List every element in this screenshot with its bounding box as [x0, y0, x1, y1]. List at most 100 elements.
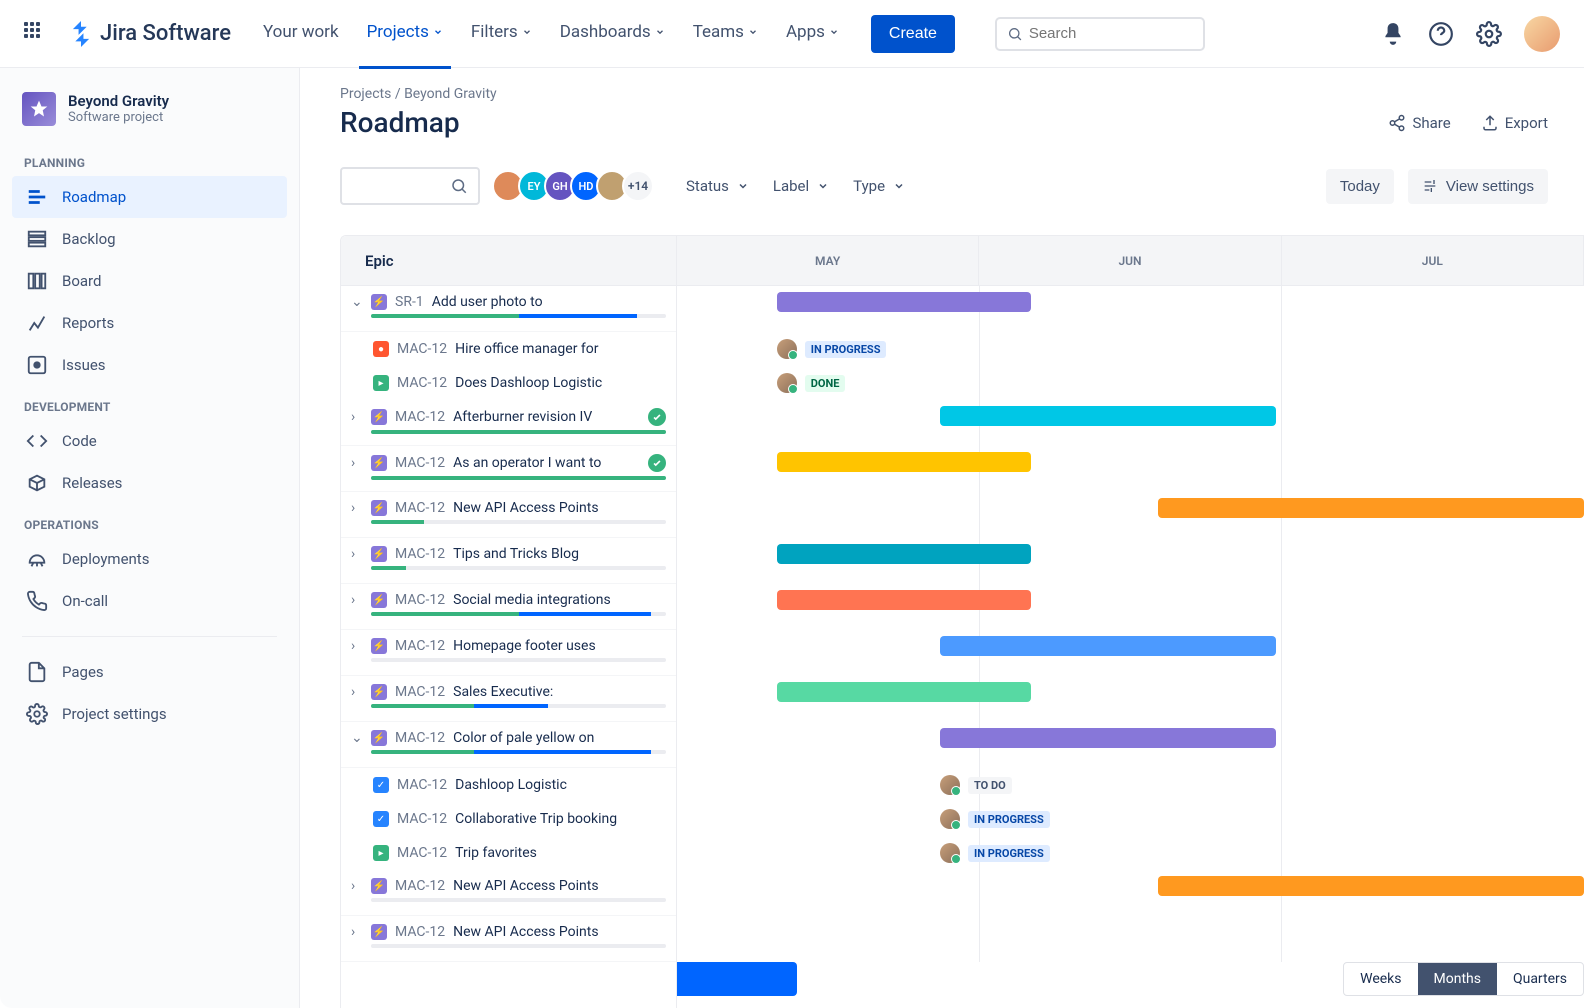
issue-status-pill[interactable]: DONE — [777, 373, 846, 393]
progress-bar — [371, 704, 666, 708]
nav-dashboards[interactable]: Dashboards — [560, 22, 665, 46]
epic-row[interactable]: › ⚡ MAC-12 Social media integrations — [341, 584, 676, 630]
progress-bar — [371, 658, 666, 662]
app-switcher-icon[interactable] — [24, 22, 48, 46]
view-settings-button[interactable]: View settings — [1408, 169, 1548, 204]
expand-toggle[interactable]: › — [351, 592, 363, 608]
settings-icon[interactable] — [1476, 21, 1502, 47]
filter-search[interactable] — [340, 167, 480, 205]
epic-row[interactable]: › ⚡ MAC-12 Tips and Tricks Blog — [341, 538, 676, 584]
nav-teams[interactable]: Teams — [693, 22, 758, 46]
sidebar-item-backlog[interactable]: Backlog — [12, 218, 287, 260]
expand-toggle[interactable]: ⌄ — [351, 730, 363, 746]
epic-bar[interactable] — [1158, 876, 1584, 896]
help-icon[interactable] — [1428, 21, 1454, 47]
filter-label[interactable]: Label — [773, 177, 829, 195]
nav-filters[interactable]: Filters — [471, 22, 532, 46]
nav-projects[interactable]: Projects — [367, 22, 443, 46]
epic-bar[interactable] — [940, 406, 1276, 426]
epic-bar[interactable] — [777, 452, 1031, 472]
issue-status-pill[interactable]: IN PROGRESS — [940, 809, 1050, 829]
epic-row[interactable]: › ⚡ MAC-12 As an operator I want to — [341, 446, 676, 492]
search-input[interactable] — [1029, 25, 1193, 42]
epic-bar[interactable] — [777, 682, 1031, 702]
epic-row[interactable]: › ⚡ MAC-12 New API Access Points — [341, 492, 676, 538]
expand-toggle[interactable]: › — [351, 924, 363, 940]
sidebar-item-label: Pages — [62, 663, 104, 681]
zoom-weeks[interactable]: Weeks — [1344, 963, 1417, 995]
child-issue-row[interactable]: ● MAC-12 Hire office manager for — [341, 332, 676, 366]
nav-apps[interactable]: Apps — [786, 22, 839, 46]
assignee-avatar — [777, 373, 797, 393]
sidebar-item-issues[interactable]: Issues — [12, 344, 287, 386]
epic-icon: ⚡ — [371, 684, 387, 700]
sidebar-item-pages[interactable]: Pages — [12, 651, 287, 693]
project-header[interactable]: Beyond Gravity Software project — [12, 84, 287, 134]
issue-key: MAC-12 — [397, 777, 447, 793]
epic-row[interactable]: ⌄ ⚡ SR-1 Add user photo to — [341, 286, 676, 332]
sidebar-item-releases[interactable]: Releases — [12, 462, 287, 504]
epic-bar[interactable] — [777, 590, 1031, 610]
epic-bar[interactable] — [940, 728, 1276, 748]
sidebar-item-reports[interactable]: Reports — [12, 302, 287, 344]
filter-type[interactable]: Type — [853, 177, 905, 195]
nav-your-work[interactable]: Your work — [263, 22, 339, 46]
child-issue-row[interactable]: ▸ MAC-12 Trip favorites — [341, 836, 676, 870]
sidebar-item-on-call[interactable]: On-call — [12, 580, 287, 622]
sidebar-item-label: Board — [62, 272, 101, 290]
epic-row[interactable]: › ⚡ MAC-12 Sales Executive: — [341, 676, 676, 722]
expand-toggle[interactable]: › — [351, 455, 363, 471]
issue-title: Tips and Tricks Blog — [453, 546, 579, 562]
epic-row[interactable]: › ⚡ MAC-12 Afterburner revision IV — [341, 400, 676, 446]
expand-toggle[interactable]: › — [351, 684, 363, 700]
bug-icon: ● — [373, 341, 389, 357]
sidebar-item-project-settings[interactable]: Project settings — [12, 693, 287, 735]
zoom-months[interactable]: Months — [1418, 963, 1497, 995]
epic-row[interactable]: › ⚡ MAC-12 Homepage footer uses — [341, 630, 676, 676]
sidebar-item-board[interactable]: Board — [12, 260, 287, 302]
expand-toggle[interactable]: › — [351, 546, 363, 562]
issue-status-pill[interactable]: TO DO — [940, 775, 1012, 795]
sidebar-item-roadmap[interactable]: Roadmap — [12, 176, 287, 218]
export-icon — [1481, 114, 1499, 132]
epic-row[interactable]: › ⚡ MAC-12 New API Access Points — [341, 916, 676, 962]
breadcrumb[interactable]: Projects / Beyond Gravity — [340, 68, 1584, 106]
epic-bar[interactable] — [940, 636, 1276, 656]
search-box[interactable] — [995, 17, 1205, 51]
child-issue-row[interactable]: ✓ MAC-12 Dashloop Logistic — [341, 768, 676, 802]
share-button[interactable]: Share — [1388, 114, 1450, 132]
export-button[interactable]: Export — [1481, 114, 1548, 132]
epic-row[interactable]: ⌄ ⚡ MAC-12 Color of pale yellow on — [341, 722, 676, 768]
epic-bar[interactable] — [1158, 498, 1584, 518]
epic-bar[interactable] — [777, 544, 1031, 564]
issue-status-pill[interactable]: IN PROGRESS — [777, 339, 887, 359]
zoom-quarters[interactable]: Quarters — [1497, 963, 1583, 995]
epic-icon: ⚡ — [371, 500, 387, 516]
user-avatar[interactable] — [1524, 16, 1560, 52]
avatar-more[interactable]: +14 — [622, 170, 654, 202]
sidebar-item-deployments[interactable]: Deployments — [12, 538, 287, 580]
issue-title: Social media integrations — [453, 592, 611, 608]
expand-toggle[interactable]: › — [351, 409, 363, 425]
issue-status-pill[interactable]: IN PROGRESS — [940, 843, 1050, 863]
filter-status[interactable]: Status — [686, 177, 749, 195]
issue-key: MAC-12 — [397, 375, 447, 391]
sidebar-group-label: OPERATIONS — [12, 504, 287, 538]
assignee-avatars[interactable]: EYGHHD+14 — [498, 170, 654, 202]
oncall-icon — [26, 590, 48, 612]
expand-toggle[interactable]: ⌄ — [351, 294, 363, 310]
notifications-icon[interactable] — [1380, 21, 1406, 47]
jira-logo[interactable]: Jira Software — [68, 21, 231, 47]
child-issue-row[interactable]: ✓ MAC-12 Collaborative Trip booking — [341, 802, 676, 836]
expand-toggle[interactable]: › — [351, 500, 363, 516]
create-button[interactable]: Create — [871, 15, 955, 53]
expand-toggle[interactable]: › — [351, 878, 363, 894]
child-issue-row[interactable]: ▸ MAC-12 Does Dashloop Logistic — [341, 366, 676, 400]
sidebar-item-code[interactable]: Code — [12, 420, 287, 462]
timeline[interactable]: MAYJUNJUL IN PROGRESS DONE TO DO IN PROG… — [677, 236, 1584, 1008]
today-button[interactable]: Today — [1326, 169, 1394, 204]
epic-row[interactable]: › ⚡ MAC-12 New API Access Points — [341, 870, 676, 916]
expand-toggle[interactable]: › — [351, 638, 363, 654]
epic-bar[interactable] — [777, 292, 1031, 312]
toolbar: EYGHHD+14 Status Label Type Today View set… — [340, 167, 1584, 205]
